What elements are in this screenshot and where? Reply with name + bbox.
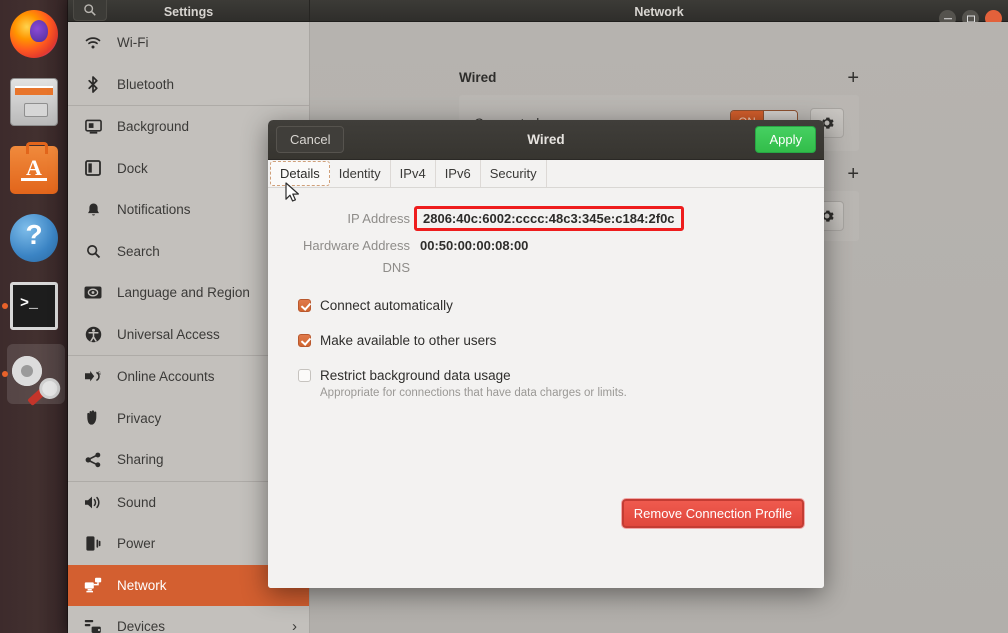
svg-text:s: s — [98, 371, 101, 377]
launcher-item-help[interactable] — [0, 204, 68, 272]
sidebar-item-devices[interactable]: Devices › — [68, 606, 309, 633]
remove-connection-profile-button[interactable]: Remove Connection Profile — [621, 499, 804, 528]
checkbox-connect-automatically[interactable] — [298, 299, 311, 312]
files-icon — [10, 78, 58, 126]
launcher-item-terminal[interactable] — [0, 272, 68, 340]
launcher-item-files[interactable] — [0, 68, 68, 136]
chevron-right-icon: › — [292, 618, 297, 633]
share-icon — [82, 452, 104, 468]
sidebar-item-wifi[interactable]: Wi-Fi — [68, 22, 309, 64]
dialog-header: Cancel Wired Apply — [268, 120, 824, 160]
checkbox-row-connect-automatically[interactable]: Connect automatically — [298, 297, 824, 315]
ubuntu-software-icon — [10, 142, 58, 194]
sidebar-item-label: Privacy — [117, 410, 162, 426]
sidebar-item-label: Dock — [117, 160, 148, 176]
bluetooth-icon — [82, 75, 104, 93]
sidebar-item-label: Online Accounts — [117, 369, 215, 385]
sidebar-item-label: Language and Region — [117, 285, 250, 301]
ip-address-value: 2806:40c:6002:cccc:48c3:345e:c184:2f0c — [414, 206, 684, 231]
network-icon — [82, 577, 104, 593]
hardware-address-value: 00:50:00:00:08:00 — [420, 238, 529, 253]
sidebar-item-bluetooth[interactable]: Bluetooth — [68, 64, 309, 106]
field-row-ip-address: IP Address 2806:40c:6002:cccc:48c3:345e:… — [268, 206, 824, 231]
network-section-header: Wired + — [459, 68, 859, 88]
sidebar-item-label: Universal Access — [117, 326, 220, 342]
sidebar-item-label: Bluetooth — [117, 76, 175, 92]
field-row-dns: DNS — [268, 260, 824, 275]
dialog-tabs: Details Identity IPv4 IPv6 Security — [268, 160, 824, 188]
dialog-title: Wired — [527, 132, 565, 147]
sidebar-item-label: Notifications — [117, 202, 191, 218]
apply-button[interactable]: Apply — [755, 126, 816, 153]
settings-tweaks-icon — [10, 350, 58, 407]
cancel-button[interactable]: Cancel — [276, 126, 345, 153]
sidebar-item-label: Search — [117, 243, 160, 259]
sidebar-item-label: Wi-Fi — [117, 35, 149, 51]
add-connection-button[interactable]: + — [847, 164, 859, 184]
tab-security[interactable]: Security — [481, 160, 547, 187]
dialog-checkbox-group: Connect automatically Make available to … — [298, 297, 824, 399]
terminal-icon — [10, 282, 58, 330]
speaker-icon — [82, 495, 104, 510]
checkbox-row-make-available[interactable]: Make available to other users — [298, 332, 824, 350]
language-icon — [82, 286, 104, 299]
tab-ipv6[interactable]: IPv6 — [436, 160, 481, 187]
window-titlebar: Settings Network — [68, 0, 1008, 27]
field-label: Hardware Address — [303, 238, 410, 253]
search-icon — [82, 244, 104, 259]
launcher-item-firefox[interactable] — [0, 0, 68, 68]
running-indicator-dot — [2, 303, 8, 309]
background-icon — [82, 119, 104, 135]
running-indicator-dot — [2, 371, 8, 377]
section-title: Wired — [459, 70, 497, 85]
universal-access-icon — [82, 326, 104, 343]
wifi-icon — [82, 36, 104, 50]
power-battery-icon — [82, 535, 104, 552]
settings-window-title: Settings — [163, 5, 214, 19]
checkbox-label: Restrict background data usage — [320, 368, 511, 383]
remove-profile-area: Remove Connection Profile — [621, 499, 804, 528]
launcher-item-settings[interactable] — [0, 340, 68, 408]
online-accounts-icon: s — [82, 369, 104, 384]
devices-icon — [82, 619, 104, 633]
privacy-hand-icon — [82, 410, 104, 426]
dialog-body: IP Address 2806:40c:6002:cccc:48c3:345e:… — [268, 188, 824, 588]
sidebar-item-label: Network — [117, 577, 167, 593]
sidebar-item-label: Sound — [117, 494, 157, 510]
tab-ipv4[interactable]: IPv4 — [391, 160, 436, 187]
checkbox-row-restrict-background-data[interactable]: Restrict background data usage Appropria… — [298, 367, 824, 399]
firefox-icon — [10, 10, 58, 58]
dock-icon — [82, 160, 104, 177]
sidebar-item-label: Background — [117, 119, 190, 135]
tab-identity[interactable]: Identity — [330, 160, 391, 187]
launcher-item-software[interactable] — [0, 136, 68, 204]
field-label: IP Address — [347, 211, 410, 226]
field-row-hardware-address: Hardware Address 00:50:00:00:08:00 — [268, 238, 824, 253]
unity-launcher — [0, 0, 68, 633]
mouse-cursor — [285, 182, 301, 209]
add-wired-connection-button[interactable]: + — [847, 68, 859, 88]
sidebar-item-label: Devices — [117, 619, 166, 633]
help-icon — [10, 214, 58, 262]
wired-connection-dialog: Cancel Wired Apply Details Identity IPv4… — [268, 120, 824, 588]
desktop: Settings Network Wi-Fi — [0, 0, 1008, 633]
sidebar-item-label: Sharing — [117, 452, 164, 468]
checkbox-restrict-background-data-usage[interactable] — [298, 369, 311, 382]
bell-icon — [82, 202, 104, 218]
checkbox-label: Make available to other users — [320, 333, 497, 348]
field-label: DNS — [382, 260, 410, 275]
sidebar-item-label: Power — [117, 536, 156, 552]
titlebar-left-pane: Settings — [68, 0, 310, 21]
checkbox-description: Appropriate for connections that have da… — [320, 387, 627, 399]
network-page-title: Network — [634, 5, 684, 19]
checkbox-make-available-to-other-users[interactable] — [298, 334, 311, 347]
checkbox-label: Connect automatically — [320, 298, 453, 313]
